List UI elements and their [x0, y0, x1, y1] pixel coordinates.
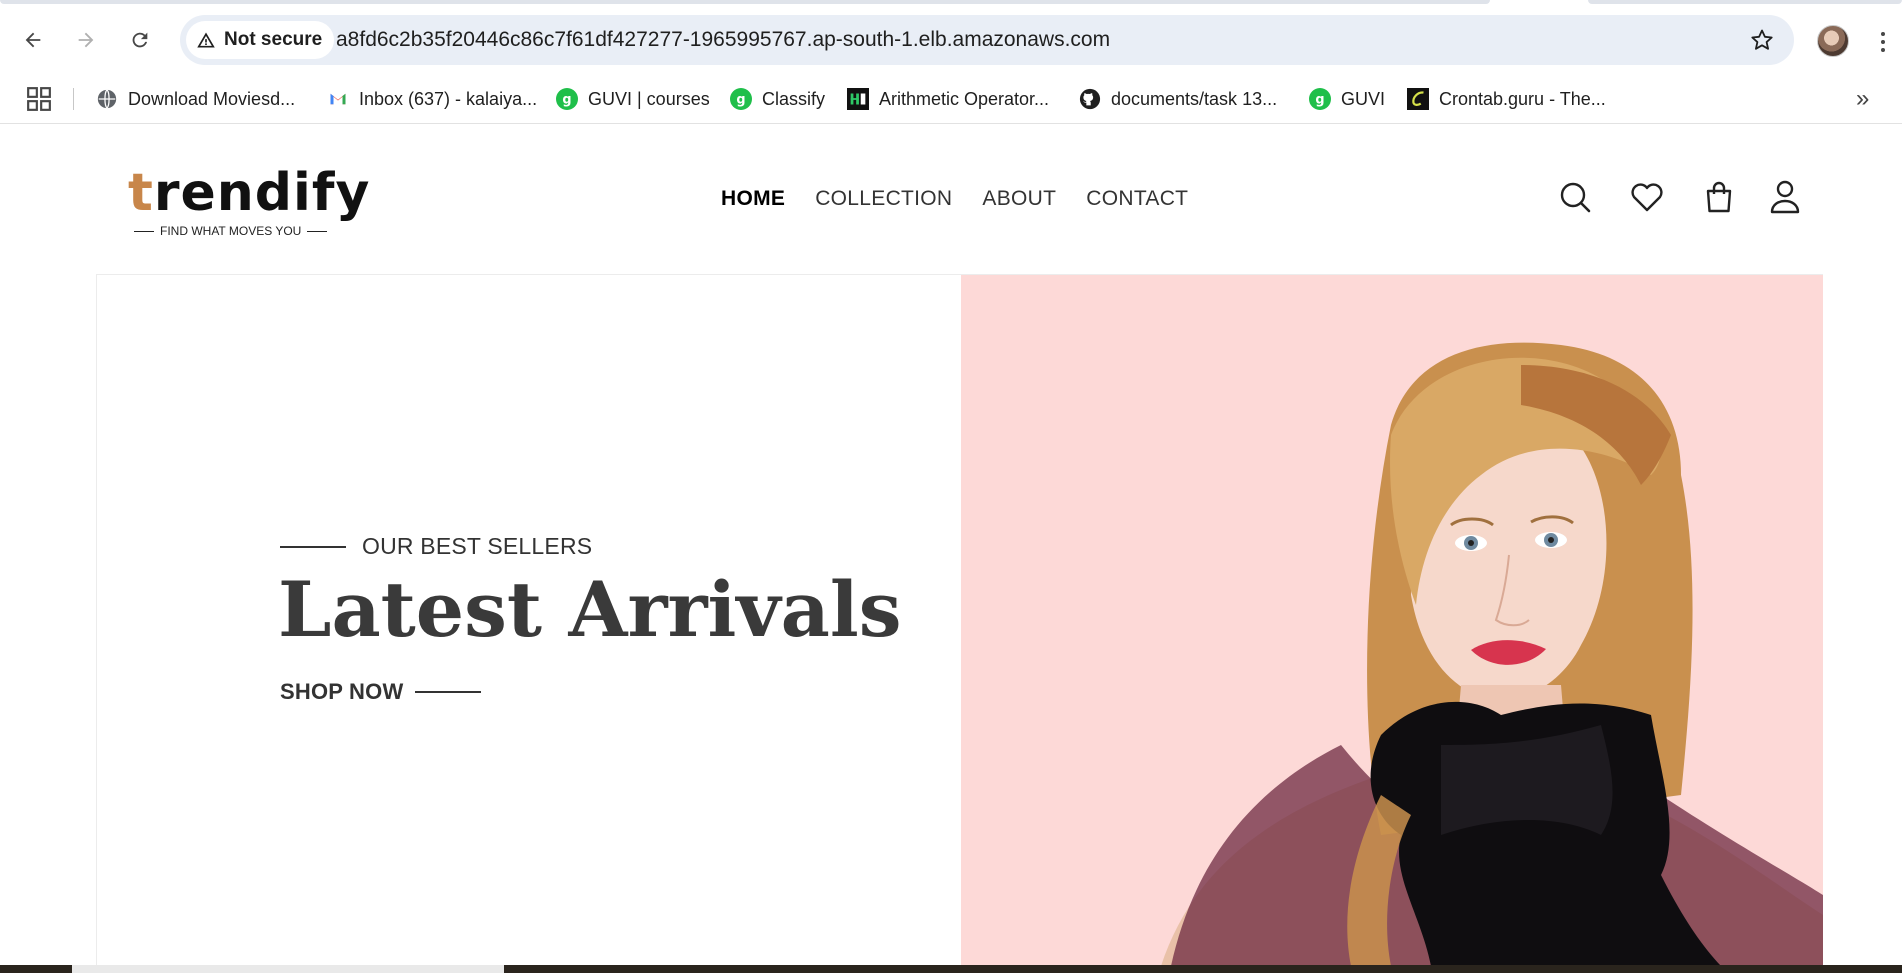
- bookmark-item[interactable]: g GUVI: [1309, 82, 1385, 116]
- forward-button[interactable]: [66, 20, 106, 60]
- shop-now-button[interactable]: SHOP NOW: [280, 679, 482, 705]
- wishlist-button[interactable]: [1627, 177, 1667, 217]
- guvi-icon: g: [730, 88, 752, 110]
- url-text[interactable]: a8fd6c2b35f20446c86c7f61df427277-1965995…: [336, 15, 1110, 65]
- bookmarks-bar: Download Moviesd... Inbox (637) - kalaiy…: [0, 74, 1902, 124]
- bookmark-label: Inbox (637) - kalaiya...: [359, 88, 538, 109]
- security-indicator[interactable]: Not secure: [186, 21, 335, 59]
- bookmarks-divider: [73, 88, 74, 110]
- nav-collection[interactable]: COLLECTION: [815, 187, 952, 211]
- bookmark-label: documents/task 13...: [1111, 88, 1278, 109]
- eyebrow-line: [280, 545, 346, 548]
- bookmark-item[interactable]: Inbox (637) - kalaiya...: [327, 82, 537, 116]
- bag-icon: [1706, 181, 1732, 213]
- globe-icon: [96, 88, 118, 110]
- security-label: Not secure: [224, 29, 323, 50]
- tab-strip-edge-right: [1588, 0, 1902, 4]
- guvi-icon: g: [1309, 88, 1331, 110]
- window-bottom-edge: [0, 965, 1902, 973]
- bookmark-label: GUVI: [1341, 88, 1386, 109]
- bookmark-item[interactable]: Crontab.guru - The...: [1407, 82, 1606, 116]
- site-logo[interactable]: trendify FIND WHAT MOVES YOU: [128, 163, 369, 243]
- svg-text:g: g: [1315, 93, 1324, 108]
- browser-menu-button[interactable]: [1872, 24, 1894, 60]
- arrow-left-icon: [25, 32, 41, 48]
- arrow-right-icon: [78, 32, 94, 48]
- svg-text:g: g: [736, 93, 745, 108]
- bookmark-star-button[interactable]: [1742, 20, 1782, 60]
- site-page: trendify FIND WHAT MOVES YOU HOME COLLEC…: [0, 125, 1902, 966]
- logo-tagline: FIND WHAT MOVES YOU: [134, 224, 328, 238]
- logo-wordmark: trendify: [128, 163, 371, 223]
- bookmark-label: Crontab.guru - The...: [1439, 88, 1606, 109]
- hero-eyebrow-text: OUR BEST SELLERS: [362, 533, 593, 559]
- cta-line: [415, 691, 482, 693]
- crontab-icon: [1407, 88, 1429, 110]
- nav-home[interactable]: HOME: [721, 187, 785, 211]
- svg-text:g: g: [562, 93, 571, 108]
- bookmark-label: Classify: [762, 88, 826, 109]
- guvi-icon: g: [556, 88, 578, 110]
- hackerrank-icon: [847, 88, 869, 110]
- hero-eyebrow: OUR BEST SELLERS: [280, 533, 592, 560]
- bookmark-item[interactable]: Arithmetic Operator...: [847, 82, 1049, 116]
- cart-button[interactable]: [1699, 177, 1739, 217]
- hero-model-image: [1161, 342, 1823, 966]
- browser-toolbar: Not secure a8fd6c2b35f20446c86c7f61df427…: [0, 6, 1902, 74]
- user-icon: [1770, 180, 1800, 214]
- bookmark-item[interactable]: Download Moviesd...: [96, 82, 295, 116]
- reload-icon: [132, 32, 148, 48]
- back-button[interactable]: [13, 20, 53, 60]
- apps-grid-icon[interactable]: [26, 86, 52, 112]
- reload-button[interactable]: [120, 20, 160, 60]
- bookmark-label: Download Moviesd...: [128, 88, 296, 109]
- star-icon: [1751, 29, 1773, 50]
- nav-about[interactable]: ABOUT: [982, 187, 1056, 211]
- bookmark-item[interactable]: g GUVI | courses: [556, 82, 710, 116]
- search-icon: [1560, 182, 1591, 213]
- bookmark-item[interactable]: g Classify: [730, 82, 825, 116]
- heart-icon: [1631, 183, 1663, 212]
- profile-avatar[interactable]: [1817, 25, 1849, 57]
- gmail-icon: [327, 88, 349, 110]
- warning-icon: [197, 32, 215, 48]
- search-button[interactable]: [1555, 177, 1595, 217]
- hero-text-panel: OUR BEST SELLERS Latest Arrivals SHOP NO…: [97, 275, 961, 966]
- shop-now-label: SHOP NOW: [280, 679, 404, 704]
- hero-banner: OUR BEST SELLERS Latest Arrivals SHOP NO…: [96, 274, 1823, 966]
- nav-contact[interactable]: CONTACT: [1086, 187, 1188, 211]
- bottom-edge-highlight: [72, 965, 504, 973]
- more-bookmarks-button[interactable]: »: [1856, 86, 1880, 112]
- github-icon: [1079, 88, 1101, 110]
- main-navigation: HOME COLLECTION ABOUT CONTACT: [721, 187, 1188, 211]
- tab-strip-edge: [0, 0, 1490, 4]
- hero-image-panel: [961, 275, 1823, 966]
- address-bar[interactable]: Not secure a8fd6c2b35f20446c86c7f61df427…: [180, 15, 1794, 65]
- bookmark-item[interactable]: documents/task 13...: [1079, 82, 1277, 116]
- bookmark-label: Arithmetic Operator...: [879, 88, 1050, 109]
- hero-title: Latest Arrivals: [278, 565, 902, 654]
- account-button[interactable]: [1765, 177, 1805, 217]
- bookmark-label: GUVI | courses: [588, 88, 710, 109]
